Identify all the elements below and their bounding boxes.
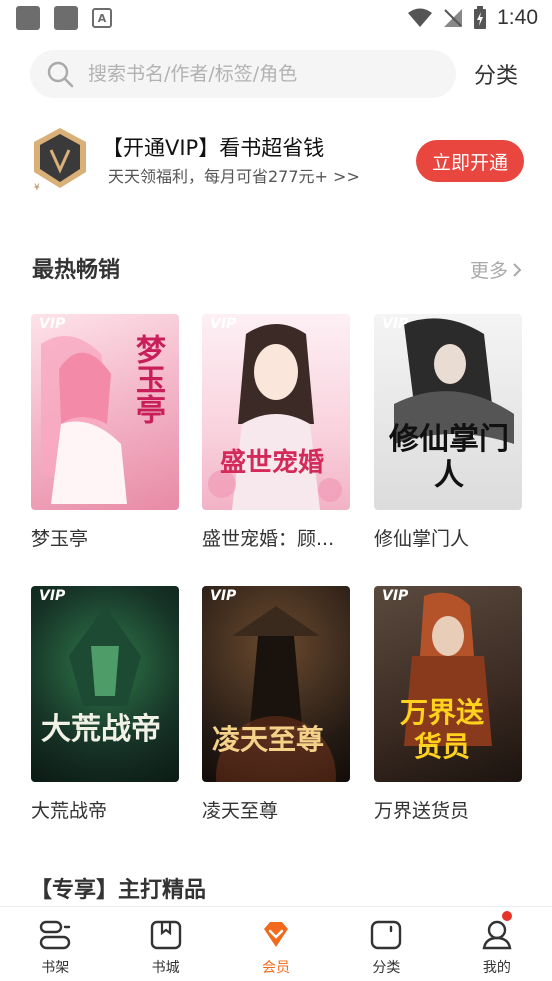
clock: 1:40 bbox=[497, 6, 538, 29]
cover-title: 大荒战帝 bbox=[41, 712, 161, 747]
cover-title: 修仙掌门人 bbox=[389, 422, 509, 493]
cover-title: 盛世宠婚 bbox=[220, 448, 325, 478]
status-bar: A 1:40 bbox=[0, 0, 552, 40]
book-title: 大荒战帝 bbox=[31, 800, 108, 822]
chevron-right-icon bbox=[513, 262, 522, 277]
nav-label: 分类 bbox=[372, 960, 401, 976]
book-cover[interactable]: VIP 大荒战帝 bbox=[31, 586, 179, 782]
nav-bookshelf[interactable]: 书架 bbox=[0, 907, 110, 981]
vip-tag: VIP bbox=[382, 588, 409, 604]
more-label: 更多 bbox=[469, 260, 508, 282]
book-title: 梦玉亭 bbox=[31, 528, 89, 550]
book-cover[interactable]: VIP 梦玉亭 bbox=[31, 314, 179, 510]
nav-membership[interactable]: 会员 bbox=[221, 907, 331, 981]
book-title: 盛世宠婚：顾... bbox=[202, 528, 335, 550]
search-bar[interactable] bbox=[30, 50, 456, 98]
bottom-nav: 书架 书城 会员 分类 我的 bbox=[0, 906, 552, 981]
section-title-premium: 【专享】主打精品 bbox=[30, 878, 207, 903]
category-button[interactable]: 分类 bbox=[474, 58, 518, 90]
nav-category[interactable]: 分类 bbox=[331, 907, 441, 981]
more-button[interactable]: 更多 bbox=[470, 256, 522, 283]
open-vip-button[interactable]: 立即开通 bbox=[416, 140, 524, 182]
battery-charging-icon bbox=[474, 6, 487, 29]
book-cover[interactable]: VIP 万界送货员 bbox=[374, 586, 522, 782]
book-title: 凌天至尊 bbox=[202, 800, 279, 822]
section-title-hot: 最热畅销 bbox=[32, 258, 121, 283]
nav-label: 书架 bbox=[41, 960, 70, 976]
notification-icon bbox=[16, 6, 40, 30]
book-cover[interactable]: VIP 盛世宠婚 bbox=[202, 314, 350, 510]
vip-tag: VIP bbox=[210, 316, 237, 332]
vip-banner-subtitle: 天天领福利，每月可省277元+ >> bbox=[108, 167, 360, 186]
book-card[interactable]: VIP 凌天至尊 凌天至尊 bbox=[202, 586, 350, 823]
profile-icon bbox=[482, 920, 512, 950]
cover-title: 万界送货员 bbox=[399, 696, 484, 763]
book-card[interactable]: VIP 大荒战帝 大荒战帝 bbox=[31, 586, 179, 823]
book-icon bbox=[150, 920, 181, 950]
book-title: 修仙掌门人 bbox=[374, 528, 470, 550]
nav-label: 我的 bbox=[482, 960, 511, 976]
book-cover[interactable]: VIP 修仙掌门人 bbox=[374, 314, 522, 510]
search-input[interactable] bbox=[88, 63, 428, 85]
search-icon bbox=[47, 61, 74, 88]
vip-banner-title: 【开通VIP】看书超省钱 bbox=[102, 136, 325, 160]
book-card[interactable]: VIP 万界送货员 万界送货员 bbox=[374, 586, 522, 823]
diamond-icon bbox=[264, 922, 289, 947]
notification-icons: A bbox=[16, 6, 112, 30]
book-card[interactable]: VIP 梦玉亭 梦玉亭 bbox=[31, 314, 179, 551]
nav-bookstore[interactable]: 书城 bbox=[110, 907, 220, 981]
notification-icon bbox=[54, 6, 78, 30]
book-card[interactable]: VIP 盛世宠婚 盛世宠婚：顾... bbox=[202, 314, 350, 551]
cover-title: 梦玉亭 bbox=[130, 334, 165, 424]
category-icon bbox=[371, 920, 402, 950]
nav-profile[interactable]: 我的 bbox=[442, 907, 552, 981]
book-card[interactable]: VIP 修仙掌门人 修仙掌门人 bbox=[374, 314, 522, 551]
system-icons: 1:40 bbox=[407, 6, 538, 30]
vip-tag: VIP bbox=[382, 316, 409, 332]
book-title: 万界送货员 bbox=[374, 800, 470, 822]
nav-label: 书城 bbox=[151, 960, 180, 976]
no-signal-icon bbox=[444, 9, 463, 27]
notification-dot bbox=[501, 911, 512, 921]
cover-title: 凌天至尊 bbox=[212, 723, 325, 756]
svg-text:¥: ¥ bbox=[34, 183, 40, 192]
app-notification-icon: A bbox=[92, 8, 112, 28]
vip-tag: VIP bbox=[39, 588, 66, 604]
book-cover[interactable]: VIP 凌天至尊 bbox=[202, 586, 350, 782]
nav-label: 会员 bbox=[262, 960, 291, 976]
wifi-icon bbox=[408, 8, 433, 27]
vip-tag: VIP bbox=[39, 316, 66, 332]
bookshelf-icon bbox=[40, 920, 71, 950]
vip-badge-icon: ¥ bbox=[30, 126, 90, 193]
vip-tag: VIP bbox=[210, 588, 237, 604]
